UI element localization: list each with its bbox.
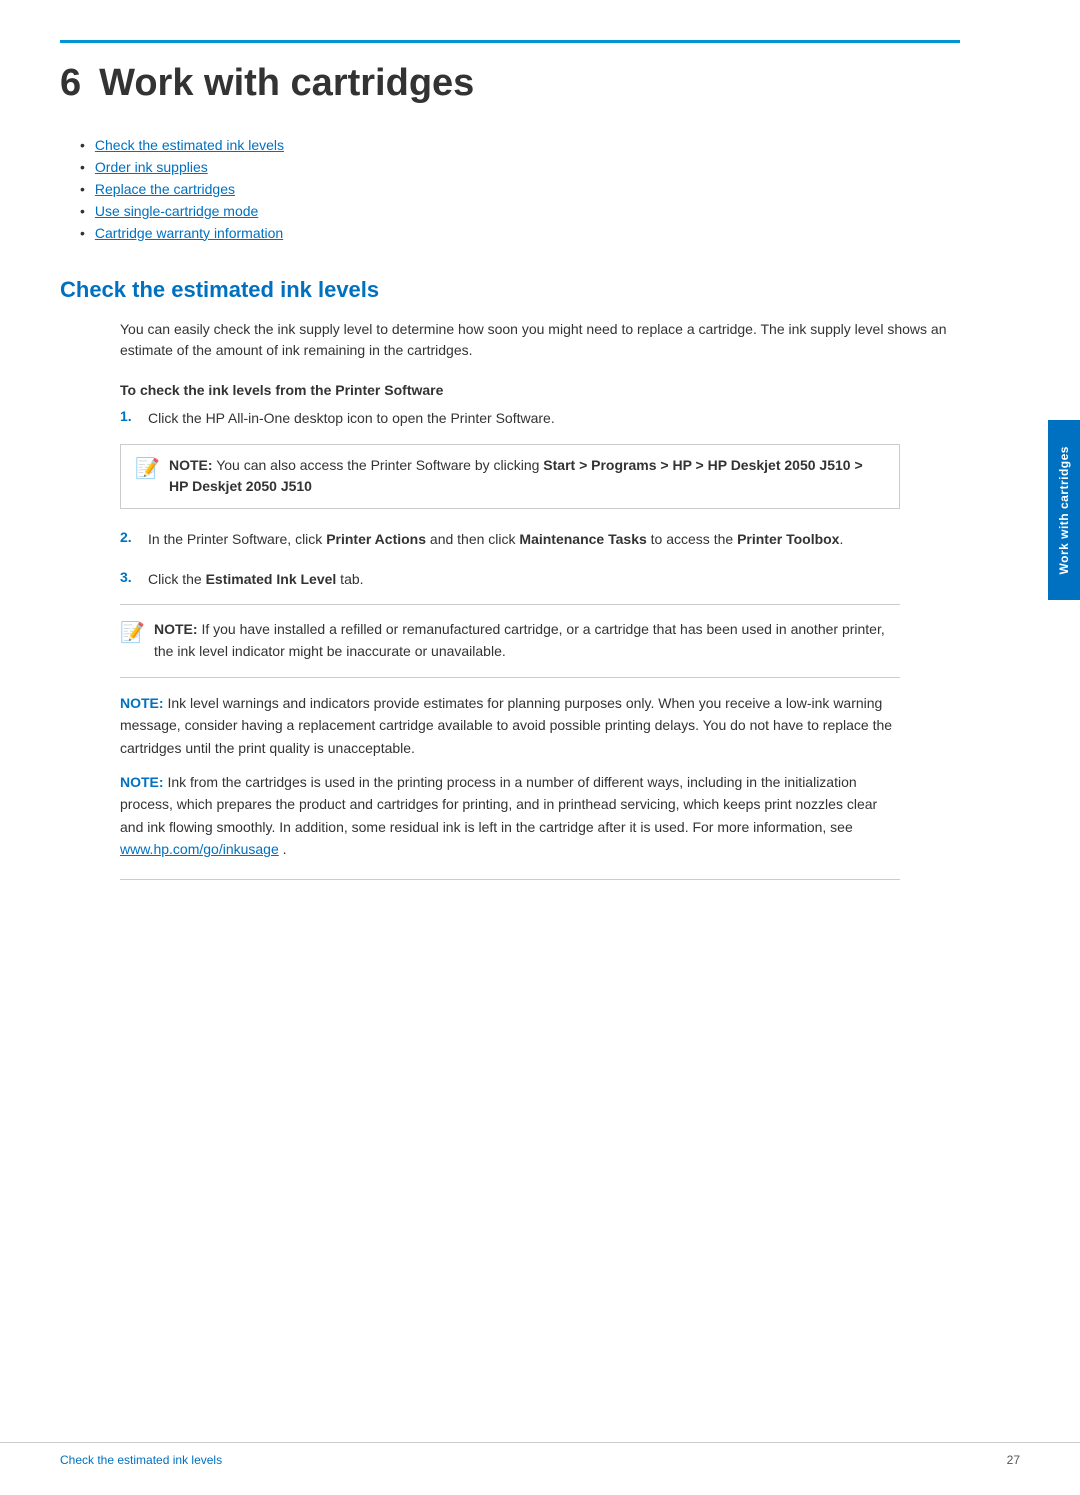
note1-text: If you have installed a refilled or rema… bbox=[154, 621, 885, 659]
note3-text-after: . bbox=[283, 841, 287, 857]
note-block-3: NOTE: Ink from the cartridges is used in… bbox=[120, 771, 900, 861]
note2-label: NOTE: bbox=[120, 695, 164, 711]
note-box-text: You can also access the Printer Software… bbox=[169, 457, 863, 495]
note-icon-2: 📝 bbox=[120, 620, 144, 645]
toc-item-5: Cartridge warranty information bbox=[80, 225, 960, 241]
note-box-step1: 📝 NOTE: You can also access the Printer … bbox=[120, 444, 900, 509]
toc-link-2[interactable]: Order ink supplies bbox=[95, 159, 208, 175]
note-icon-1: 📝 bbox=[135, 456, 159, 481]
chapter-title: Work with cartridges bbox=[99, 62, 474, 104]
step-1-number: 1. bbox=[120, 408, 138, 424]
toc-link-4[interactable]: Use single-cartridge mode bbox=[95, 203, 258, 219]
section-intro: You can easily check the ink supply leve… bbox=[120, 319, 960, 362]
main-content: 6 Work with cartridges Check the estimate… bbox=[0, 0, 1020, 1495]
steps-list-2: 2. In the Printer Software, click Printe… bbox=[60, 525, 960, 551]
toc-item-4: Use single-cartridge mode bbox=[80, 203, 960, 219]
toc-item-2: Order ink supplies bbox=[80, 159, 960, 175]
sub-heading-text: To check the ink levels from the Printer… bbox=[120, 382, 443, 398]
note3-label: NOTE: bbox=[120, 774, 164, 790]
note-block-2: NOTE: Ink level warnings and indicators … bbox=[120, 692, 900, 759]
divider-2 bbox=[120, 677, 900, 678]
note2-text: Ink level warnings and indicators provid… bbox=[120, 695, 892, 756]
note-box-content: NOTE: You can also access the Printer So… bbox=[169, 455, 885, 498]
steps-list: 1. Click the HP All-in-One desktop icon … bbox=[60, 408, 960, 430]
note-inline-1: 📝 NOTE: If you have installed a refilled… bbox=[120, 619, 900, 662]
section-heading: Check the estimated ink levels bbox=[60, 277, 960, 303]
toc-link-5[interactable]: Cartridge warranty information bbox=[95, 225, 283, 241]
side-tab-wrapper: Work with cartridges bbox=[1048, 420, 1080, 600]
toc-item-1: Check the estimated ink levels bbox=[80, 137, 960, 153]
toc-item-3: Replace the cartridges bbox=[80, 181, 960, 197]
divider-3 bbox=[120, 879, 900, 880]
chapter-header: 6 Work with cartridges bbox=[60, 40, 960, 107]
chapter-number: 6 bbox=[60, 62, 81, 104]
toc-list: Check the estimated ink levels Order ink… bbox=[60, 137, 960, 241]
footer-left: Check the estimated ink levels bbox=[60, 1453, 222, 1467]
step-1: 1. Click the HP All-in-One desktop icon … bbox=[120, 408, 960, 430]
page-footer: Check the estimated ink levels 27 bbox=[0, 1442, 1080, 1467]
step-3: 3. Click the Estimated Ink Level tab. bbox=[120, 569, 960, 591]
step-1-text: Click the HP All-in-One desktop icon to … bbox=[148, 408, 960, 430]
steps-list-3: 3. Click the Estimated Ink Level tab. bbox=[60, 565, 960, 591]
toc-link-1[interactable]: Check the estimated ink levels bbox=[95, 137, 284, 153]
step-3-number: 3. bbox=[120, 569, 138, 585]
inkusage-link[interactable]: www.hp.com/go/inkusage bbox=[120, 841, 279, 857]
note3-text: Ink from the cartridges is used in the p… bbox=[120, 774, 877, 835]
toc-link-3[interactable]: Replace the cartridges bbox=[95, 181, 235, 197]
note1-content: NOTE: If you have installed a refilled o… bbox=[154, 619, 900, 662]
note-box-label: NOTE: bbox=[169, 457, 213, 473]
step-3-text: Click the Estimated Ink Level tab. bbox=[148, 569, 960, 591]
divider-1 bbox=[120, 604, 900, 605]
note1-label: NOTE: bbox=[154, 621, 198, 637]
footer-right: 27 bbox=[1007, 1453, 1020, 1467]
sub-heading: To check the ink levels from the Printer… bbox=[120, 382, 960, 398]
step-2-number: 2. bbox=[120, 529, 138, 545]
step-2: 2. In the Printer Software, click Printe… bbox=[120, 529, 960, 551]
step-2-text: In the Printer Software, click Printer A… bbox=[148, 529, 960, 551]
page-container: 6 Work with cartridges Check the estimate… bbox=[0, 0, 1080, 1495]
side-tab-label: Work with cartridges bbox=[1057, 446, 1071, 574]
